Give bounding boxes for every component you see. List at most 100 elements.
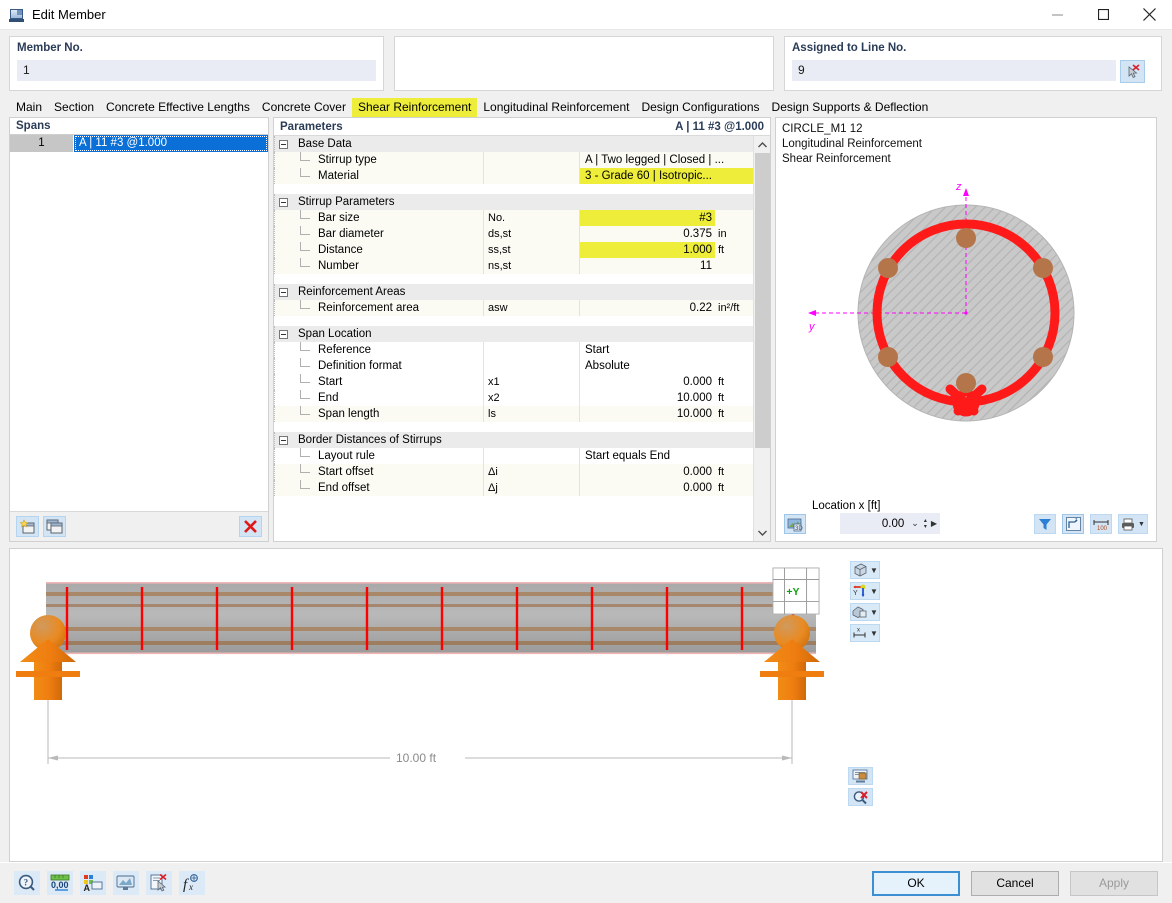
spinner-icon[interactable]: ▴ ▾ [922, 518, 929, 530]
units-icon[interactable]: 0,00 [47, 871, 73, 895]
param-value[interactable]: 1.000 [579, 242, 715, 258]
param-end-offset[interactable]: End offset Δj 0.000 ft [274, 480, 753, 496]
header-empty-field [394, 36, 774, 91]
visualization-icon[interactable] [113, 871, 139, 895]
table-row[interactable]: 1 A | 11 #3 @1.000 [10, 135, 268, 152]
param-end[interactable]: End x2 10.000 ft [274, 390, 753, 406]
tab-main[interactable]: Main [10, 98, 48, 117]
cancel-button[interactable]: Cancel [971, 870, 1059, 896]
new-span-icon[interactable] [16, 516, 39, 537]
axis-orientation-cube[interactable]: +Y [772, 567, 820, 615]
print-icon[interactable]: ▼ [1118, 514, 1148, 534]
chevron-down-icon[interactable]: ⌄ [908, 518, 922, 529]
section-view-toolbar: Location x [ft] 3D 0.00 ⌄ ▴ ▾ ▶ z 100 ▼ [776, 495, 1156, 541]
param-value[interactable]: 0.000 [579, 464, 715, 480]
param-bar-diameter[interactable]: Bar diameter ds,st 0.375 in [274, 226, 753, 242]
ok-button[interactable]: OK [872, 870, 960, 896]
tab-shear-reinforcement[interactable]: Shear Reinforcement [351, 98, 478, 117]
tab-bar: Main Section Concrete Effective Lengths … [0, 95, 1172, 117]
group-base-data[interactable]: Base Data [274, 136, 753, 152]
tab-concrete-cover[interactable]: Concrete Cover [256, 98, 352, 117]
param-value[interactable]: 3 - Grade 60 | Isotropic... [579, 168, 753, 184]
filter-icon[interactable] [1034, 514, 1056, 534]
maximize-button[interactable] [1080, 0, 1126, 30]
axis-display-icon[interactable]: Y ▼ [850, 582, 880, 600]
scroll-track[interactable] [754, 153, 771, 524]
close-button[interactable] [1126, 0, 1172, 30]
model-view-panel[interactable]: 10.00 ft +Y ▼ Y ▼ ▼ x ▼ [9, 548, 1163, 862]
dimension-display-icon[interactable]: x ▼ [850, 624, 880, 642]
tab-section[interactable]: Section [48, 98, 100, 117]
render-style-icon[interactable]: ▼ [850, 603, 880, 621]
param-start-offset[interactable]: Start offset Δi 0.000 ft [274, 464, 753, 480]
tab-design-supports-deflection[interactable]: Design Supports & Deflection [766, 98, 935, 117]
section-view-canvas[interactable]: CIRCLE_M1 12 Longitudinal Reinforcement … [776, 118, 1156, 495]
param-reinforcement-area[interactable]: Reinforcement area asw 0.22 in²/ft [274, 300, 753, 316]
section-view-panel: CIRCLE_M1 12 Longitudinal Reinforcement … [775, 117, 1157, 542]
param-reference[interactable]: Reference Start [274, 342, 753, 358]
param-value[interactable]: 10.000 [579, 406, 715, 422]
param-value[interactable]: #3 [579, 210, 715, 226]
param-layout-rule[interactable]: Layout rule Start equals End [274, 448, 753, 464]
span-row-no: 1 [10, 135, 74, 152]
param-span-length[interactable]: Span length ls 10.000 ft [274, 406, 753, 422]
play-icon[interactable]: ▶ [929, 519, 937, 528]
param-value[interactable]: Start equals End [579, 448, 753, 464]
member-no-input[interactable] [17, 60, 376, 81]
formula-icon[interactable]: f x [179, 871, 205, 895]
scroll-up-icon[interactable] [754, 136, 771, 153]
coordinate-system-icon[interactable]: z [1062, 514, 1084, 534]
scroll-down-icon[interactable] [754, 524, 771, 541]
copy-span-icon[interactable] [43, 516, 66, 537]
group-reinforcement-areas[interactable]: Reinforcement Areas [274, 284, 753, 300]
tab-concrete-effective-lengths[interactable]: Concrete Effective Lengths [100, 98, 256, 117]
tab-longitudinal-reinforcement[interactable]: Longitudinal Reinforcement [477, 98, 635, 117]
group-border-distances-of-stirrups[interactable]: Border Distances of Stirrups [274, 432, 753, 448]
minimize-button[interactable] [1034, 0, 1080, 30]
render-mode-icon[interactable]: 3D [784, 514, 806, 534]
param-distance[interactable]: Distance ss,st 1.000 ft [274, 242, 753, 258]
param-value[interactable]: 0.000 [579, 480, 715, 496]
collapse-icon[interactable] [274, 432, 292, 448]
select-object-icon[interactable] [146, 871, 172, 895]
location-x-input[interactable]: 0.00 ⌄ ▴ ▾ ▶ [840, 513, 940, 534]
tab-design-configurations[interactable]: Design Configurations [635, 98, 765, 117]
param-value[interactable]: Absolute [579, 358, 753, 374]
view-style-icon[interactable]: ▼ [850, 561, 880, 579]
cancel-selection-icon[interactable] [848, 788, 873, 806]
param-value[interactable]: 11 [579, 258, 715, 274]
display-properties-icon[interactable]: A [80, 871, 106, 895]
delete-span-icon[interactable] [239, 516, 262, 537]
collapse-icon[interactable] [274, 326, 292, 342]
param-value[interactable]: Start [579, 342, 753, 358]
dimensions-icon[interactable]: 100 [1090, 514, 1112, 534]
param-start[interactable]: Start x1 0.000 ft [274, 374, 753, 390]
collapse-icon[interactable] [274, 194, 292, 210]
param-bar-size[interactable]: Bar size No. #3 [274, 210, 753, 226]
collapse-icon[interactable] [274, 136, 292, 152]
pick-line-cursor-icon[interactable] [1120, 60, 1145, 83]
scroll-thumb[interactable] [754, 153, 770, 448]
spans-table: Spans 1 A | 11 #3 @1.000 [10, 118, 268, 511]
location-x-label: Location x [ft] [812, 500, 881, 512]
param-stirrup-type[interactable]: Stirrup type A | Two legged | Closed | .… [274, 152, 753, 168]
help-icon[interactable]: ? [14, 871, 40, 895]
param-definition-format[interactable]: Definition format Absolute [274, 358, 753, 374]
collapse-icon[interactable] [274, 284, 292, 300]
parameters-tree: Base Data Stirrup type A | Two legged | … [274, 136, 753, 541]
cross-section-drawing: z y [808, 181, 1075, 422]
print-preview-icon[interactable] [848, 767, 873, 785]
spans-table-header: Spans [10, 118, 268, 135]
param-material[interactable]: Material 3 - Grade 60 | Isotropic... [274, 168, 753, 184]
param-value[interactable]: 0.22 [579, 300, 715, 316]
param-number[interactable]: Number ns,st 11 [274, 258, 753, 274]
parameters-scrollbar[interactable] [753, 136, 770, 541]
assigned-to-line-input[interactable] [792, 60, 1116, 81]
svg-text:3D: 3D [795, 526, 803, 532]
param-value[interactable]: A | Two legged | Closed | ... [579, 152, 753, 168]
group-stirrup-parameters[interactable]: Stirrup Parameters [274, 194, 753, 210]
param-value[interactable]: 0.000 [579, 374, 715, 390]
param-value[interactable]: 0.375 [579, 226, 715, 242]
param-value[interactable]: 10.000 [579, 390, 715, 406]
group-span-location[interactable]: Span Location [274, 326, 753, 342]
